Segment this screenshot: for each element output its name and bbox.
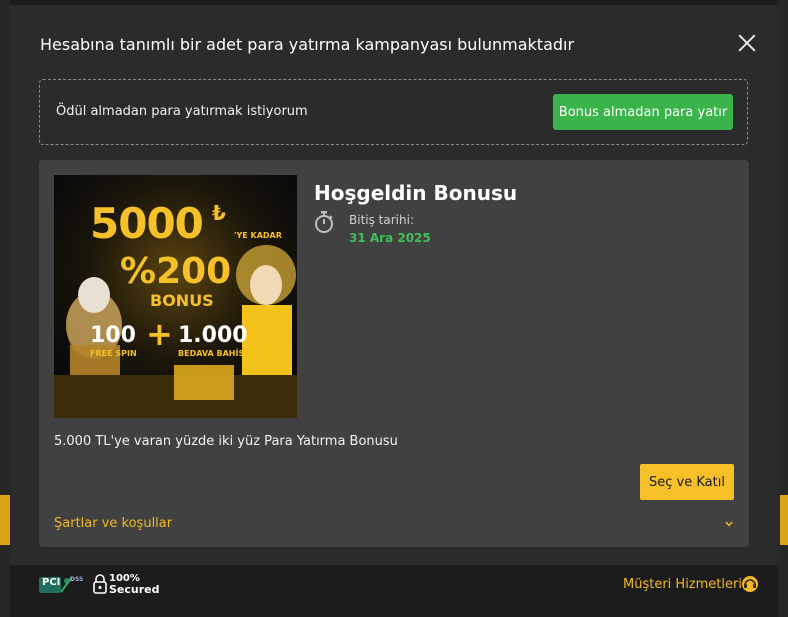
secured-line-2: Secured: [109, 583, 160, 596]
terms-and-conditions-link[interactable]: Şartlar ve koşullar: [54, 516, 172, 531]
lock-icon: [93, 574, 107, 594]
no-bonus-option: Ödül almadan para yatırmak istiyorum Bon…: [39, 79, 748, 145]
headset-icon[interactable]: [741, 575, 759, 593]
bonus-promo-image[interactable]: 5000 ₺ 'YE KADAR %200 BONUS 100 FREE SPI…: [54, 175, 297, 418]
promo-amount: 5000: [90, 199, 204, 248]
expiry-label: Bitiş tarihi:: [349, 213, 414, 227]
promo-plus: +: [146, 315, 173, 353]
expiry-date: 31 Ara 2025: [349, 231, 431, 245]
bonus-description: 5.000 TL'ye varan yüzde iki yüz Para Yat…: [54, 434, 398, 449]
bonus-title: Hoşgeldin Bonusu: [314, 181, 518, 205]
background-banner-left: [0, 495, 10, 545]
select-and-join-button[interactable]: Seç ve Katıl: [640, 464, 734, 500]
pci-dss-text: DSS: [70, 576, 84, 583]
pci-text: PCI: [42, 577, 61, 588]
chevron-down-icon[interactable]: [725, 520, 733, 528]
promo-upto: 'YE KADAR: [234, 231, 282, 240]
customer-service-link[interactable]: Müşteri Hizmetleri: [623, 577, 742, 592]
promo-currency: ₺: [212, 201, 226, 225]
secured-badge: 100% Secured: [93, 572, 163, 596]
close-icon[interactable]: [736, 32, 758, 54]
modal-title: Hesabına tanımlı bir adet para yatırma k…: [40, 35, 575, 54]
stopwatch-icon: [315, 211, 333, 233]
promo-spins-label: FREE SPIN: [90, 349, 137, 358]
deposit-campaign-modal: Hesabına tanımlı bir adet para yatırma k…: [10, 5, 780, 565]
promo-bonus-word: BONUS: [150, 291, 214, 310]
bonus-card: 5000 ₺ 'YE KADAR %200 BONUS 100 FREE SPI…: [39, 160, 749, 547]
no-bonus-text: Ödül almadan para yatırmak istiyorum: [56, 104, 308, 119]
deposit-without-bonus-button[interactable]: Bonus almadan para yatır: [553, 94, 733, 130]
modal-footer: PCI DSS 100% Secured Müşteri Hizmetleri: [30, 565, 778, 605]
promo-bets: 1.000: [178, 323, 248, 348]
promo-spins: 100: [90, 323, 136, 348]
promo-bets-label: BEDAVA BAHİS: [178, 349, 245, 358]
promo-percent: %200: [120, 251, 232, 292]
